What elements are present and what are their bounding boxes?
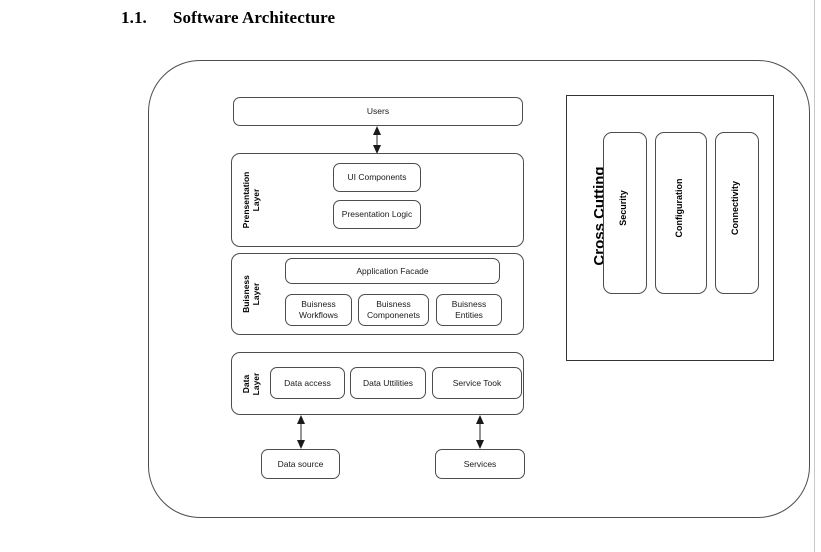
page-edge-line bbox=[814, 0, 815, 552]
business-components-box: Buisness Componenets bbox=[358, 294, 429, 326]
data-layer-label: Data Layer bbox=[241, 372, 261, 396]
cross-cutting-configuration-label: Configuration bbox=[674, 178, 684, 238]
data-access-label: Data access bbox=[284, 377, 331, 388]
cross-cutting-connectivity-label: Connectivity bbox=[730, 181, 740, 236]
service-tools-box: Service Took bbox=[432, 367, 522, 399]
application-facade-label: Application Facade bbox=[356, 265, 429, 276]
application-facade-box: Application Facade bbox=[285, 258, 500, 284]
data-access-box: Data access bbox=[270, 367, 345, 399]
services-box: Services bbox=[435, 449, 525, 479]
service-tools-label: Service Took bbox=[452, 377, 502, 388]
data-source-box: Data source bbox=[261, 449, 340, 479]
business-layer-label: Buisness Layer bbox=[241, 275, 261, 313]
business-workflows-box: Buisness Workflows bbox=[285, 294, 352, 326]
users-box: Users bbox=[233, 97, 523, 126]
page-title: 1.1. Software Architecture bbox=[121, 8, 335, 28]
users-label: Users bbox=[366, 106, 390, 117]
heading-text: Software Architecture bbox=[173, 8, 336, 27]
ui-components-label: UI Components bbox=[347, 172, 407, 183]
data-utilities-label: Data Uttilities bbox=[362, 377, 414, 388]
data-utilities-box: Data Uttilities bbox=[350, 367, 426, 399]
cross-cutting-security-label: Security bbox=[618, 190, 628, 226]
services-label: Services bbox=[463, 458, 497, 469]
presentation-logic-box: Presentation Logic bbox=[333, 200, 421, 229]
presentation-logic-label: Presentation Logic bbox=[341, 209, 413, 220]
business-entities-label: Buisness Entities bbox=[451, 299, 487, 320]
business-entities-box: Buisness Entities bbox=[436, 294, 502, 326]
business-components-label: Buisness Componenets bbox=[367, 299, 420, 320]
heading-number: 1.1. bbox=[121, 8, 147, 27]
data-source-label: Data source bbox=[277, 458, 324, 469]
presentation-layer-label: Prensentation Layer bbox=[241, 171, 261, 229]
business-workflows-label: Buisness Workflows bbox=[298, 299, 339, 320]
ui-components-box: UI Components bbox=[333, 163, 421, 192]
